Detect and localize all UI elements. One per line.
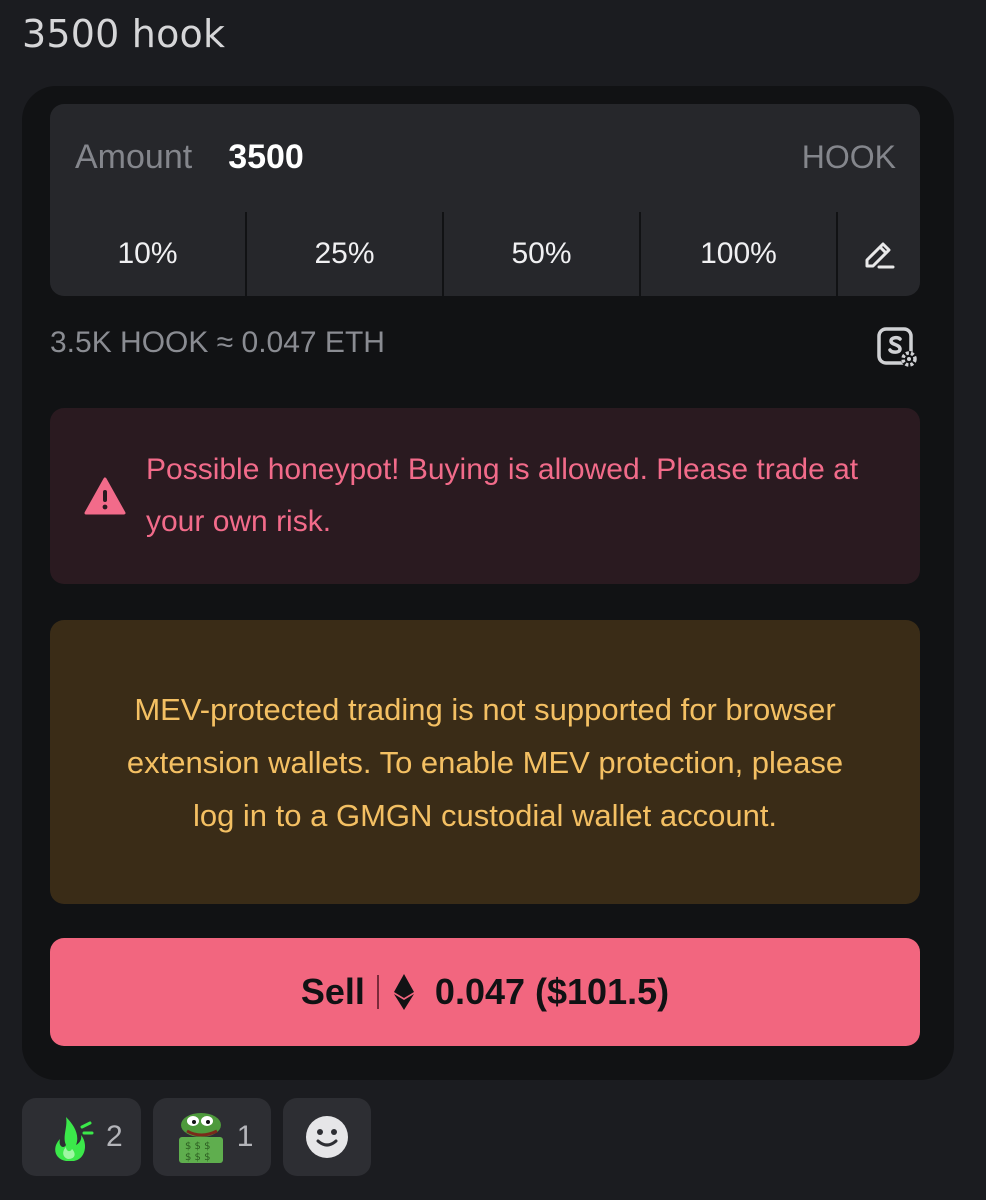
warning-icon xyxy=(84,477,126,515)
sell-amount: 0.047 ($101.5) xyxy=(434,971,670,1012)
honeypot-warning: Possible honeypot! Buying is allowed. Pl… xyxy=(50,408,920,584)
pencil-icon xyxy=(865,242,895,269)
percent-100-button[interactable]: 100% xyxy=(641,212,836,296)
reaction-count: 2 xyxy=(106,1120,123,1153)
trade-card: Amount 3500 HOOK 10% 25% 50% 100% 3.5K H… xyxy=(22,86,954,1080)
sell-button[interactable]: Sell 0.047 ($101.5) xyxy=(50,938,920,1046)
green-flame-emoji xyxy=(55,1117,94,1161)
percent-10-button[interactable]: 10% xyxy=(50,212,245,296)
reaction-pepe-money[interactable]: $ $ $ $ $ $ 1 xyxy=(152,1098,272,1176)
eth-icon xyxy=(393,974,414,1010)
amount-value[interactable]: 3500 xyxy=(228,138,304,177)
amount-unit: HOOK xyxy=(801,138,896,175)
amount-panel: Amount 3500 HOOK 10% 25% 50% 100% xyxy=(50,104,920,296)
percent-buttons: 10% 25% 50% 100% xyxy=(50,212,920,296)
amount-label: Amount xyxy=(75,137,193,176)
pepe-money-emoji: $ $ $ $ $ $ xyxy=(178,1113,223,1163)
mev-notice: MEV-protected trading is not supported f… xyxy=(50,620,920,904)
trade-settings-button[interactable] xyxy=(876,326,920,370)
percent-50-button[interactable]: 50% xyxy=(444,212,639,296)
smiley-icon xyxy=(306,1116,349,1158)
reaction-count: 1 xyxy=(236,1120,254,1153)
percent-25-button[interactable]: 25% xyxy=(247,212,442,296)
reactions-bar: 2 $ $ $ $ $ $ 1 xyxy=(22,1098,372,1176)
conversion-text: 3.5K HOOK ≈ 0.047 ETH xyxy=(50,326,385,359)
svg-text:$ $ $: $ $ $ xyxy=(185,1152,210,1163)
message-title: 3500 hook xyxy=(22,12,226,56)
reaction-green-flame[interactable]: 2 xyxy=(22,1098,141,1176)
settings-icon xyxy=(877,327,917,367)
warning-text: Possible honeypot! Buying is allowed. Pl… xyxy=(146,453,859,538)
amount-input[interactable]: Amount 3500 HOOK xyxy=(50,104,920,210)
edit-percent-button[interactable] xyxy=(838,212,920,296)
svg-text:$ $ $: $ $ $ xyxy=(185,1141,210,1152)
add-reaction-button[interactable] xyxy=(283,1098,372,1176)
sell-divider xyxy=(376,975,379,1009)
sell-label: Sell xyxy=(300,971,365,1012)
mev-notice-text: MEV-protected trading is not supported f… xyxy=(126,691,844,833)
